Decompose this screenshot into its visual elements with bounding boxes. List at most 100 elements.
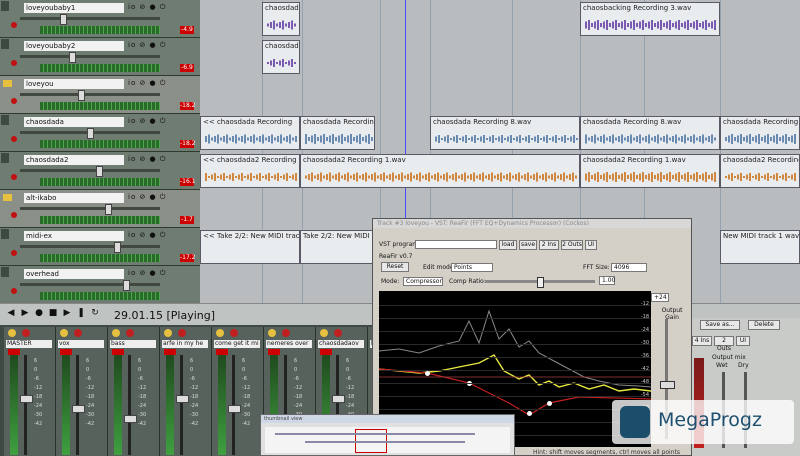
loop-button[interactable]: ↻	[90, 308, 100, 318]
strip-fader[interactable]	[228, 355, 241, 455]
track-panel[interactable]: loveyoubaby2 io ⊘ ● ⏻ -6.9	[0, 38, 200, 76]
outs-button-reafir[interactable]: 2 Outs	[561, 240, 583, 250]
eq-point[interactable]	[425, 371, 430, 376]
ins-button[interactable]: 4 Ins	[692, 336, 712, 346]
strip-fader[interactable]	[124, 355, 137, 455]
forward-button[interactable]: ▶	[20, 308, 30, 318]
record-arm-icon[interactable]	[11, 22, 17, 28]
outs-button[interactable]: 2 Outs	[714, 336, 734, 352]
track-buttons[interactable]: io ⊘ ● ⏻	[128, 79, 166, 88]
track-buttons[interactable]: io ⊘ ● ⏻	[128, 3, 166, 12]
media-item[interactable]: Take 2/2: New MIDI track	[300, 230, 375, 264]
volume-slider[interactable]	[20, 14, 160, 25]
play-button[interactable]: ▶	[62, 308, 72, 318]
volume-slider[interactable]	[20, 166, 160, 177]
record-icon[interactable]	[22, 329, 30, 337]
media-item[interactable]: New MIDI track 1 wav	[720, 230, 800, 264]
mode-select[interactable]: Compressor	[403, 277, 443, 286]
track-name[interactable]: loveyoubaby2	[24, 41, 124, 51]
track-buttons[interactable]: io ⊘ ● ⏻	[128, 231, 166, 240]
fx-icon[interactable]	[8, 329, 16, 337]
mixer-strip[interactable]: come get it mi 6 0 -6 -12 -18 -24 -30 -42	[212, 327, 264, 456]
record-arm-icon[interactable]	[11, 288, 17, 294]
media-item[interactable]: chaosdada2 Recording 1.wav	[580, 154, 720, 188]
strip-fader[interactable]	[72, 355, 85, 455]
track-panel[interactable]: overhead io ⊘ ● ⏻	[0, 266, 200, 304]
media-item[interactable]: chaosdada	[262, 2, 300, 36]
save-button[interactable]: save	[519, 240, 537, 250]
record-icon[interactable]	[74, 329, 82, 337]
track-buttons[interactable]: io ⊘ ● ⏻	[128, 117, 166, 126]
rewind-button[interactable]: ◀	[6, 308, 16, 318]
volume-slider[interactable]	[20, 90, 160, 101]
media-item[interactable]: chaosdada2 Recording 1.wav	[720, 154, 800, 188]
volume-slider[interactable]	[20, 204, 160, 215]
track-name[interactable]: midi-ex	[24, 231, 124, 241]
record-icon[interactable]	[126, 329, 134, 337]
fx-icon[interactable]	[320, 329, 328, 337]
vst-program-select[interactable]	[415, 240, 497, 249]
fx-icon[interactable]	[112, 329, 120, 337]
volume-slider[interactable]	[20, 128, 160, 139]
record-arm-icon[interactable]	[11, 174, 17, 180]
fft-size-select[interactable]: 4096	[611, 263, 647, 272]
comp-ratio-value[interactable]: 1.00	[599, 276, 615, 285]
track-name[interactable]: alt-ikabo	[24, 193, 124, 203]
fx-icon[interactable]	[60, 329, 68, 337]
track-name[interactable]: loveyou	[24, 79, 124, 89]
track-panel[interactable]: chaosdada2 io ⊘ ● ⏻ -16.1	[0, 152, 200, 190]
media-item[interactable]: chaosdada2 Recording 1.wav	[300, 154, 580, 188]
record-icon[interactable]	[282, 329, 290, 337]
strip-fader[interactable]	[20, 355, 33, 455]
fx-icon[interactable]	[216, 329, 224, 337]
track-panel[interactable]: chaosdada io ⊘ ● ⏻ -18.2	[0, 114, 200, 152]
record-arm-icon[interactable]	[11, 250, 17, 256]
track-buttons[interactable]: io ⊘ ● ⏻	[128, 41, 166, 50]
mixer-strip[interactable]: bass 6 0 -6 -12 -18 -24 -30 -42	[108, 327, 160, 456]
volume-slider[interactable]	[20, 280, 160, 291]
track-name[interactable]: chaosdada2	[24, 155, 124, 165]
delete-button[interactable]: Delete	[748, 320, 780, 330]
save-as-button[interactable]: Save as...	[700, 320, 740, 330]
media-item[interactable]: << chaosdada2 Recording 1.wav	[200, 154, 300, 188]
track-name[interactable]: overhead	[24, 269, 124, 279]
track-panel[interactable]: loveyou io ⊘ ● ⏻ -18.2	[0, 76, 200, 114]
load-button[interactable]: load	[499, 240, 517, 250]
media-item[interactable]: chaosdada Recording 8.wav	[300, 116, 375, 150]
track-panel[interactable]: alt-ikabo io ⊘ ● ⏻ -1.7	[0, 190, 200, 228]
reset-button[interactable]: Reset	[381, 262, 409, 272]
ui-button-reafir[interactable]: UI	[585, 240, 597, 250]
eq-point[interactable]	[527, 411, 532, 416]
record-arm-icon[interactable]	[11, 136, 17, 142]
record-icon[interactable]	[230, 329, 238, 337]
track-panel[interactable]: midi-ex io ⊘ ● ⏻ -17.2	[0, 228, 200, 266]
thumbnail-view[interactable]	[265, 427, 510, 453]
pause-button[interactable]: ❚	[76, 308, 86, 318]
record-arm-icon[interactable]	[11, 60, 17, 66]
eq-point[interactable]	[547, 401, 552, 406]
ins-button-reafir[interactable]: 2 Ins	[539, 240, 559, 250]
mixer-strip[interactable]: MASTER 6 0 -6 -12 -18 -24 -30 -42	[4, 327, 56, 456]
record-button[interactable]: ●	[34, 308, 44, 318]
media-item[interactable]: chaosbacking Recording 3.wav	[580, 2, 720, 36]
record-arm-icon[interactable]	[11, 98, 17, 104]
volume-slider[interactable]	[20, 242, 160, 253]
record-icon[interactable]	[178, 329, 186, 337]
ui-button[interactable]: UI	[736, 336, 750, 346]
record-icon[interactable]	[334, 329, 342, 337]
media-item[interactable]: << Take 2/2: New MIDI track	[200, 230, 300, 264]
track-buttons[interactable]: io ⊘ ● ⏻	[128, 155, 166, 164]
strip-fader[interactable]	[176, 355, 189, 455]
fx-icon[interactable]	[268, 329, 276, 337]
media-item[interactable]: << chaosdada Recording	[200, 116, 300, 150]
track-name[interactable]: loveyoubaby1	[24, 3, 124, 13]
track-buttons[interactable]: io ⊘ ● ⏻	[128, 269, 166, 278]
stop-button[interactable]: ■	[48, 308, 58, 318]
media-item[interactable]: chaosdada Recording 8.wav	[580, 116, 720, 150]
track-buttons[interactable]: io ⊘ ● ⏻	[128, 193, 166, 202]
mixer-strip[interactable]: arfe in my he 6 0 -6 -12 -18 -24 -30 -42	[160, 327, 212, 456]
mixer-strip[interactable]: vox 6 0 -6 -12 -18 -24 -30 -42	[56, 327, 108, 456]
media-item[interactable]: chaosdada	[262, 40, 300, 74]
fx-icon[interactable]	[164, 329, 172, 337]
record-arm-icon[interactable]	[11, 212, 17, 218]
